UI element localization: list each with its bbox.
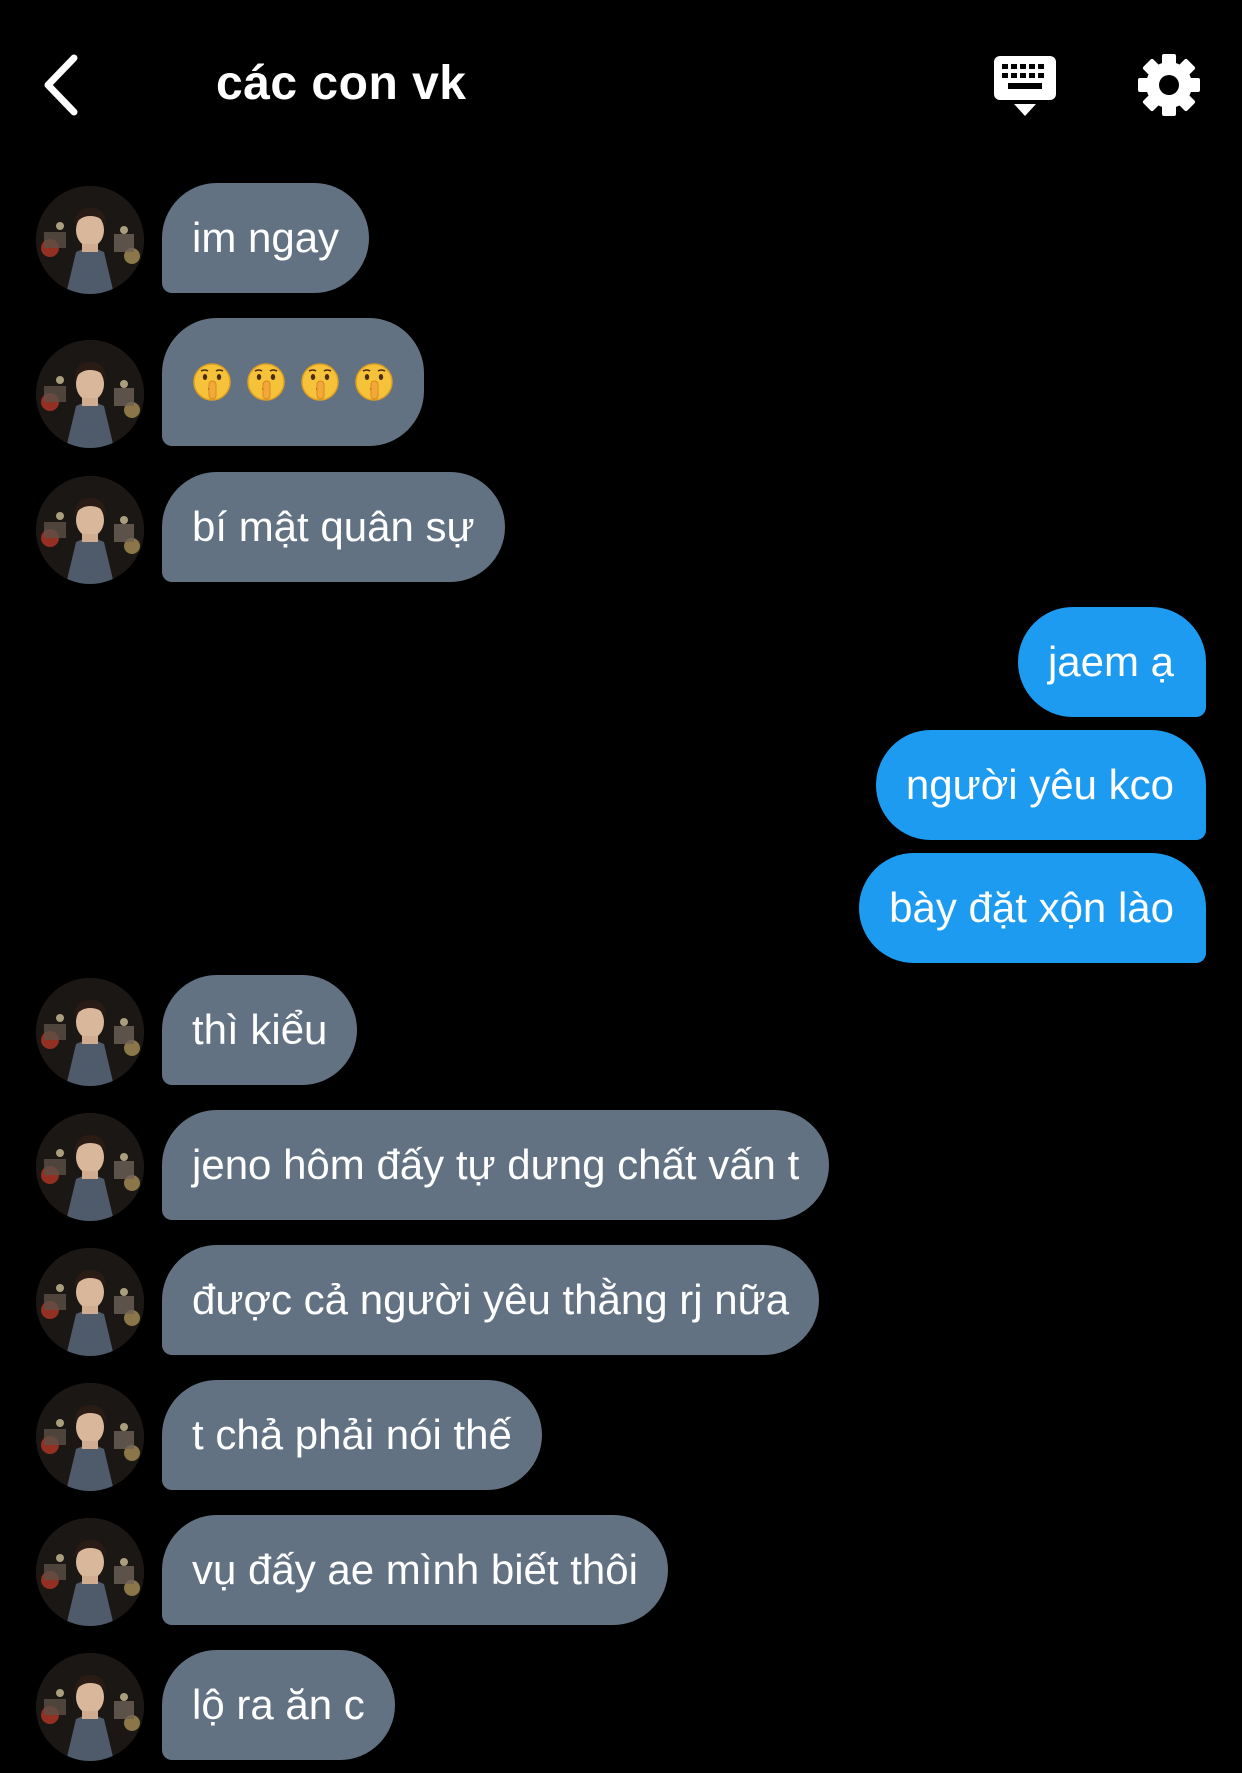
avatar[interactable] (36, 1653, 144, 1761)
avatar[interactable] (36, 978, 144, 1086)
incoming-message-bubble[interactable]: im ngay (162, 183, 370, 293)
outgoing-message-bubble[interactable]: bày đặt xộn lào (859, 853, 1206, 963)
incoming-message-bubble[interactable]: bí mật quân sự (162, 472, 505, 582)
incoming-message-bubble[interactable]: được cả người yêu thằng rj nữa (162, 1245, 820, 1355)
avatar[interactable] (36, 186, 144, 294)
message-list[interactable]: im ngay bí mật quân sự jaem ạ người yêu … (0, 0, 1242, 1773)
avatar[interactable] (36, 1248, 144, 1356)
outgoing-message-bubble[interactable]: jaem ạ (1017, 607, 1206, 717)
avatar[interactable] (36, 340, 144, 448)
shushing-face-icon (246, 362, 286, 402)
shushing-face-icon (354, 362, 394, 402)
incoming-message-bubble-emoji[interactable] (162, 318, 424, 446)
incoming-message-bubble[interactable]: thì kiểu (162, 975, 358, 1085)
incoming-message-bubble[interactable]: vụ đấy ae mình biết thôi (162, 1515, 668, 1625)
shushing-face-icon (300, 362, 340, 402)
avatar[interactable] (36, 1518, 144, 1626)
avatar[interactable] (36, 476, 144, 584)
avatar[interactable] (36, 1113, 144, 1221)
incoming-message-bubble[interactable]: lộ ra ăn c (162, 1650, 395, 1760)
incoming-message-bubble[interactable]: jeno hôm đấy tự dưng chất vấn t (162, 1110, 830, 1220)
incoming-message-bubble[interactable]: t chả phải nói thế (162, 1380, 542, 1490)
avatar[interactable] (36, 1383, 144, 1491)
outgoing-message-bubble[interactable]: người yêu kco (875, 730, 1206, 840)
shushing-face-icon (192, 362, 232, 402)
